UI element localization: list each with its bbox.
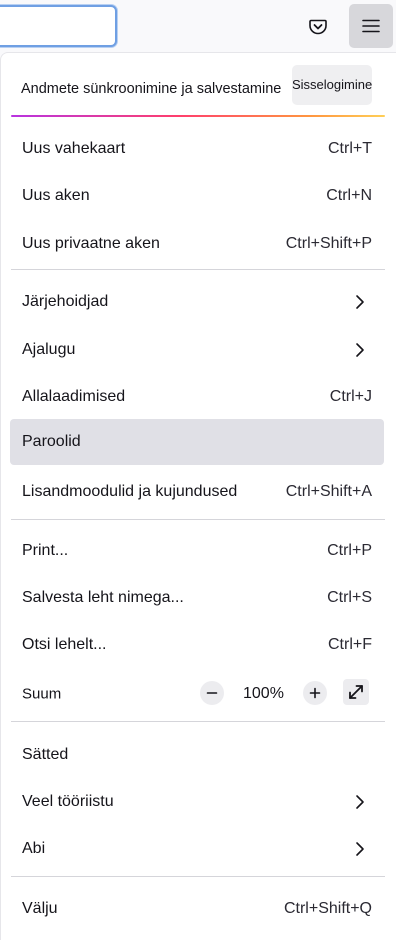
menu-item-shortcut: Ctrl+F bbox=[328, 635, 372, 653]
menu-item-shortcut: Ctrl+Shift+P bbox=[285, 234, 372, 252]
zoom-in-button[interactable] bbox=[303, 681, 327, 705]
menu-item-label: Lisandmoodulid ja kujundused bbox=[22, 482, 238, 500]
menu-item-label: Sätted bbox=[22, 745, 69, 763]
menu-item-settings[interactable]: Sätted bbox=[10, 738, 384, 771]
menu-item-addons-themes[interactable]: Lisandmoodulid ja kujundused Ctrl+Shift+… bbox=[10, 475, 384, 508]
menu-item-label: Uus privaatne aken bbox=[22, 234, 160, 252]
menu-item-label: Uus vahekaart bbox=[22, 139, 126, 157]
menu-item-private-window[interactable]: Uus privaatne aken Ctrl+Shift+P bbox=[10, 227, 384, 260]
menu-item-label: Print... bbox=[22, 541, 69, 559]
sync-description: Andmete sünkroonimine ja salvestamine bbox=[21, 81, 282, 97]
url-bar-input[interactable] bbox=[0, 5, 117, 47]
app-menu-panel: Andmete sünkroonimine ja salvestamine Si… bbox=[0, 52, 396, 940]
minus-icon bbox=[206, 692, 218, 694]
menu-item-label: Uus aken bbox=[22, 186, 90, 204]
menu-separator bbox=[11, 269, 385, 270]
menu-item-shortcut: Ctrl+T bbox=[328, 139, 372, 157]
fullscreen-icon bbox=[349, 685, 363, 699]
fullscreen-button[interactable] bbox=[343, 679, 369, 705]
menu-separator bbox=[11, 721, 385, 722]
menu-item-passwords[interactable]: Paroolid bbox=[10, 419, 384, 465]
menu-item-label: Allalaadimised bbox=[22, 387, 126, 405]
menu-item-shortcut: Ctrl+P bbox=[327, 541, 372, 559]
zoom-controls: Suum 100% bbox=[10, 677, 384, 711]
menu-separator bbox=[11, 519, 385, 520]
zoom-out-button[interactable] bbox=[200, 681, 224, 705]
sign-in-button[interactable]: Sisselogimine bbox=[292, 65, 372, 105]
menu-item-label: Abi bbox=[22, 839, 46, 857]
hamburger-menu-icon bbox=[362, 19, 380, 33]
zoom-label: Suum bbox=[22, 685, 62, 703]
menu-item-save-page-as[interactable]: Salvesta leht nimega... Ctrl+S bbox=[10, 581, 384, 614]
menu-separator bbox=[11, 876, 385, 877]
menu-item-new-tab[interactable]: Uus vahekaart Ctrl+T bbox=[10, 132, 384, 165]
chevron-right-icon bbox=[356, 794, 364, 809]
menu-item-label: Salvesta leht nimega... bbox=[22, 588, 184, 606]
chevron-right-icon bbox=[356, 294, 364, 309]
menu-item-label: Veel tööriistu bbox=[22, 792, 114, 810]
menu-item-history[interactable]: Ajalugu bbox=[10, 333, 384, 366]
menu-item-find-in-page[interactable]: Otsi lehelt... Ctrl+F bbox=[10, 628, 384, 661]
zoom-level-button[interactable]: 100% bbox=[243, 685, 284, 703]
accent-divider bbox=[11, 115, 385, 117]
menu-item-downloads[interactable]: Allalaadimised Ctrl+J bbox=[10, 380, 384, 413]
sync-section: Andmete sünkroonimine ja salvestamine Si… bbox=[1, 53, 396, 119]
browser-toolbar bbox=[0, 0, 396, 52]
pocket-icon bbox=[309, 19, 327, 35]
menu-item-shortcut: Ctrl+Shift+Q bbox=[283, 899, 372, 917]
menu-item-shortcut: Ctrl+N bbox=[326, 186, 372, 204]
menu-item-label: Järjehoidjad bbox=[22, 292, 109, 310]
pocket-button[interactable] bbox=[300, 8, 336, 44]
menu-item-new-window[interactable]: Uus aken Ctrl+N bbox=[10, 179, 384, 212]
menu-item-help[interactable]: Abi bbox=[10, 832, 384, 865]
menu-item-shortcut: Ctrl+J bbox=[329, 387, 372, 405]
menu-item-label: Välju bbox=[22, 899, 58, 917]
menu-item-print[interactable]: Print... Ctrl+P bbox=[10, 534, 384, 567]
open-menu-button[interactable] bbox=[349, 4, 393, 48]
plus-icon bbox=[309, 687, 321, 699]
menu-item-label: Ajalugu bbox=[22, 340, 76, 358]
menu-item-shortcut: Ctrl+S bbox=[327, 588, 372, 606]
menu-item-more-tools[interactable]: Veel tööriistu bbox=[10, 785, 384, 818]
chevron-right-icon bbox=[356, 342, 364, 357]
menu-item-shortcut: Ctrl+Shift+A bbox=[285, 482, 372, 500]
menu-item-label: Paroolid bbox=[22, 433, 81, 450]
chevron-right-icon bbox=[356, 841, 364, 856]
menu-item-exit[interactable]: Välju Ctrl+Shift+Q bbox=[10, 892, 384, 925]
menu-item-bookmarks[interactable]: Järjehoidjad bbox=[10, 285, 384, 318]
menu-item-label: Otsi lehelt... bbox=[22, 635, 107, 653]
